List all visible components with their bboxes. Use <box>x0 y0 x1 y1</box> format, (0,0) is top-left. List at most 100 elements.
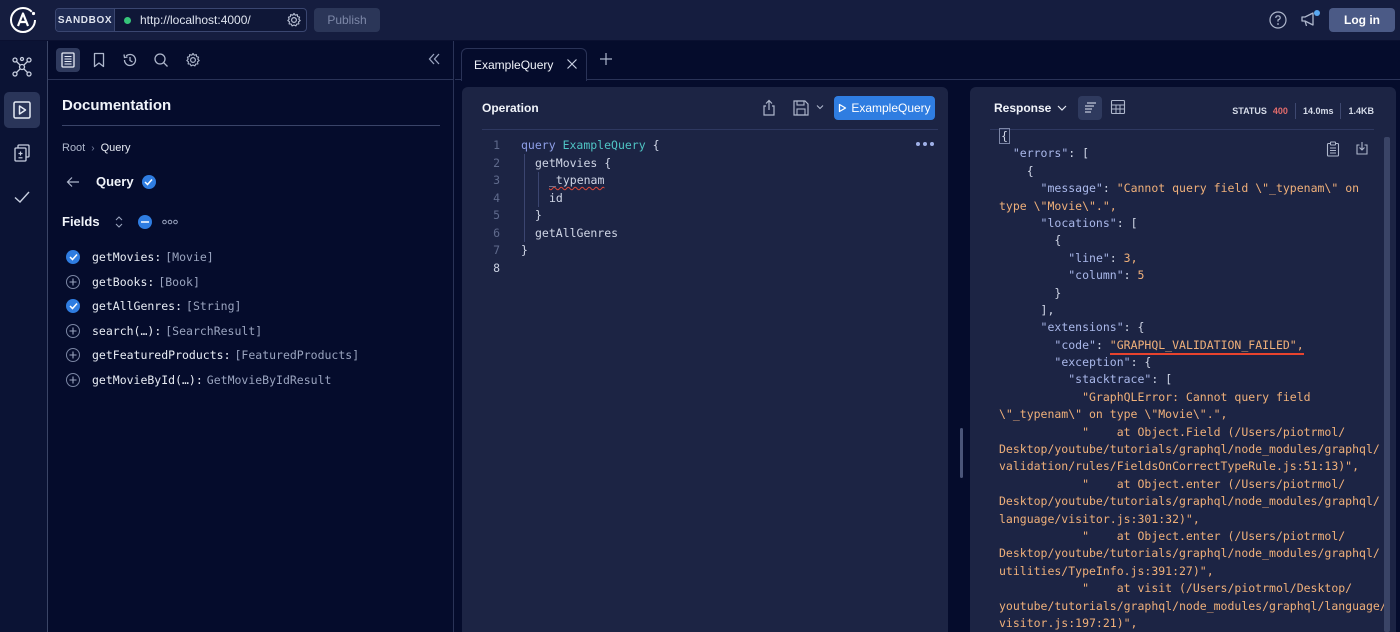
field-list: getMovies: [Movie] getBooks: [Book] getAllGe… <box>66 245 359 392</box>
search-button[interactable] <box>149 48 173 72</box>
share-icon[interactable] <box>761 99 777 117</box>
breadcrumb-current: Query <box>100 142 131 154</box>
field-type[interactable]: [FeaturedProducts] <box>235 348 360 362</box>
response-json-viewer[interactable]: { "errors": [ { "message": "Cannot query… <box>999 128 1387 632</box>
line-number: 7 <box>493 243 500 257</box>
code-line: 4 id <box>462 190 948 208</box>
response-dropdown[interactable]: Response <box>994 101 1067 115</box>
documentation-panel: Documentation Root › Query Query Fields … <box>48 41 454 632</box>
collapse-panel-icon[interactable] <box>426 51 442 67</box>
nav-explorer[interactable] <box>4 92 40 128</box>
field-type[interactable]: [Movie] <box>165 250 213 264</box>
json-line: " at Object.enter (/Users/piotrmol/ <box>999 528 1379 545</box>
add-field-icon[interactable] <box>66 348 80 363</box>
back-arrow-icon[interactable] <box>66 176 80 188</box>
login-button[interactable]: Log in <box>1329 8 1395 32</box>
field-type[interactable]: [String] <box>186 299 241 313</box>
add-field-icon[interactable] <box>66 274 80 289</box>
endpoint-url-input[interactable]: http://localhost:4000/ <box>115 9 306 31</box>
deselect-all-icon[interactable] <box>137 214 152 229</box>
more-options-icon[interactable] <box>161 219 178 225</box>
play-icon <box>839 103 847 113</box>
add-tab-icon[interactable] <box>598 51 614 67</box>
json-value: [ <box>1082 146 1090 161</box>
add-field-icon[interactable] <box>66 323 80 338</box>
search-icon <box>154 53 168 67</box>
json-text: Desktop/youtube/tutorials/graphql/node_m… <box>999 546 1380 561</box>
table-view-icon[interactable] <box>1110 99 1126 115</box>
save-icon[interactable] <box>792 99 810 117</box>
field-item[interactable]: getFeaturedProducts: [FeaturedProducts] <box>66 343 359 368</box>
panel-resize-handle[interactable] <box>960 428 963 478</box>
field-selected-check-icon[interactable] <box>66 299 80 314</box>
field-name[interactable]: search(…) <box>92 324 154 338</box>
field-type[interactable]: GetMovieByIdResult <box>207 373 332 387</box>
field-colon: : <box>147 274 155 289</box>
field-item[interactable]: getMovieById(…): GetMovieByIdResult <box>66 368 359 393</box>
breadcrumb-root[interactable]: Root <box>62 142 85 154</box>
field-item[interactable]: getAllGenres: [String] <box>66 294 359 319</box>
nav-checks[interactable] <box>4 179 40 215</box>
json-line: { <box>999 232 1379 249</box>
nav-changelog[interactable] <box>4 135 40 171</box>
field-type[interactable]: [SearchResult] <box>165 324 262 338</box>
json-punct: : <box>1123 320 1138 335</box>
json-key: "message" <box>1040 181 1103 196</box>
help-icon[interactable] <box>1269 11 1287 29</box>
field-name[interactable]: getAllGenres <box>92 299 175 313</box>
sort-icon[interactable] <box>114 215 124 229</box>
history-icon <box>123 53 137 67</box>
docs-tab-button[interactable] <box>56 48 80 72</box>
field-colon: : <box>154 250 162 265</box>
field-item[interactable]: getMovies: [Movie] <box>66 245 359 270</box>
run-query-button[interactable]: ExampleQuery <box>834 96 935 120</box>
field-name[interactable]: getMovies <box>92 250 154 264</box>
breadcrumb: Root › Query <box>62 142 131 154</box>
json-line: " at visit (/Users/piotrmol/Desktop/ <box>999 580 1379 597</box>
chevron-down-icon[interactable] <box>816 103 824 111</box>
tab-bar: ExampleQuery <box>455 41 1400 81</box>
type-selected-check-icon[interactable] <box>141 174 156 189</box>
code-line: 7} <box>462 242 948 260</box>
json-text: type \"Movie\".", <box>999 198 1117 213</box>
code-line: 3 _typenam <box>462 172 948 190</box>
connection-settings-icon[interactable] <box>286 12 302 28</box>
add-field-icon[interactable] <box>66 372 80 387</box>
code-line: 5} <box>462 207 948 225</box>
apollo-logo-icon[interactable] <box>9 6 37 34</box>
response-panel: Response STATUS 400 14.0ms 1.4KB { "erro… <box>970 87 1396 632</box>
json-text: { <box>999 233 1062 248</box>
query-editor[interactable]: 1 query ExampleQuery {2 getMovies {3 _typen… <box>462 137 948 277</box>
field-name[interactable]: getBooks <box>92 275 147 289</box>
field-item[interactable]: search(…): [SearchResult] <box>66 319 359 344</box>
publish-button[interactable]: Publish <box>314 8 380 32</box>
documentation-toolbar <box>48 41 454 80</box>
top-bar: SANDBOX http://localhost:4000/ Publish L… <box>0 0 1400 41</box>
json-line: utilities/TypeInfo.js:391:27)", <box>999 563 1379 580</box>
response-scrollbar[interactable] <box>1384 137 1390 632</box>
field-name[interactable]: getMovieById(…) <box>92 373 196 387</box>
close-icon[interactable] <box>566 58 578 70</box>
tab-example-query[interactable]: ExampleQuery <box>461 48 587 81</box>
json-punct: : <box>1123 268 1138 283</box>
announcements-icon[interactable] <box>1300 9 1322 29</box>
field-colon: : <box>154 323 162 338</box>
field-item[interactable]: getBooks: [Book] <box>66 270 359 295</box>
json-punct: : <box>1130 355 1145 370</box>
bookmarks-button[interactable] <box>87 48 111 72</box>
endpoint-bar: SANDBOX http://localhost:4000/ <box>55 8 307 32</box>
sandbox-badge: SANDBOX <box>56 9 115 31</box>
json-punct: : <box>1151 372 1166 387</box>
line-number: 1 <box>493 138 500 152</box>
nav-schema[interactable] <box>4 49 40 85</box>
field-name[interactable]: getFeaturedProducts <box>92 348 224 362</box>
history-button[interactable] <box>118 48 142 72</box>
field-selected-check-icon[interactable] <box>66 250 80 265</box>
field-type[interactable]: [Book] <box>158 275 200 289</box>
json-text: language/visitor.js:301:32)", <box>999 511 1200 526</box>
divider <box>482 129 938 130</box>
settings-button[interactable] <box>181 48 205 72</box>
documentation-title: Documentation <box>62 97 172 114</box>
json-text: ], <box>999 302 1055 317</box>
json-view-button[interactable] <box>1078 96 1102 120</box>
